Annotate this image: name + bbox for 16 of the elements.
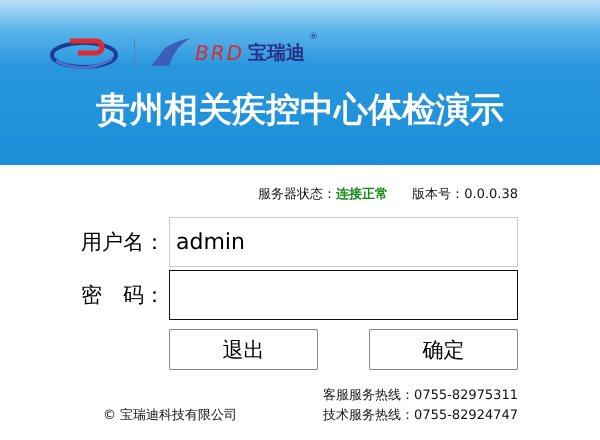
password-field[interactable] [169, 270, 518, 320]
hotline-text: 客服服务热线：0755-82975311 [323, 387, 518, 404]
exit-button[interactable]: 退出 [169, 329, 318, 370]
confirm-button[interactable]: 确定 [369, 329, 518, 370]
field-label: 用户名： [81, 229, 166, 256]
app-title: 贵州相关疾控中心体检演示 [95, 89, 505, 132]
wing-logo-icon [151, 38, 191, 68]
version-label: 版本号：0.0.0.38 [412, 186, 518, 203]
field-label: 密 码： [81, 282, 166, 309]
hotline-text: 技术服务热线：0755-82924747 [323, 407, 518, 424]
server-status: 服务器状态：连接正常 [258, 186, 388, 203]
copyright-text: © 宝瑞迪科技有限公司 [103, 407, 238, 424]
brand-name: 宝瑞迪 [248, 40, 306, 66]
brand-logo-text: BRD [195, 40, 244, 64]
registered-mark: ® [309, 32, 318, 42]
username-field[interactable]: admin [169, 217, 518, 267]
